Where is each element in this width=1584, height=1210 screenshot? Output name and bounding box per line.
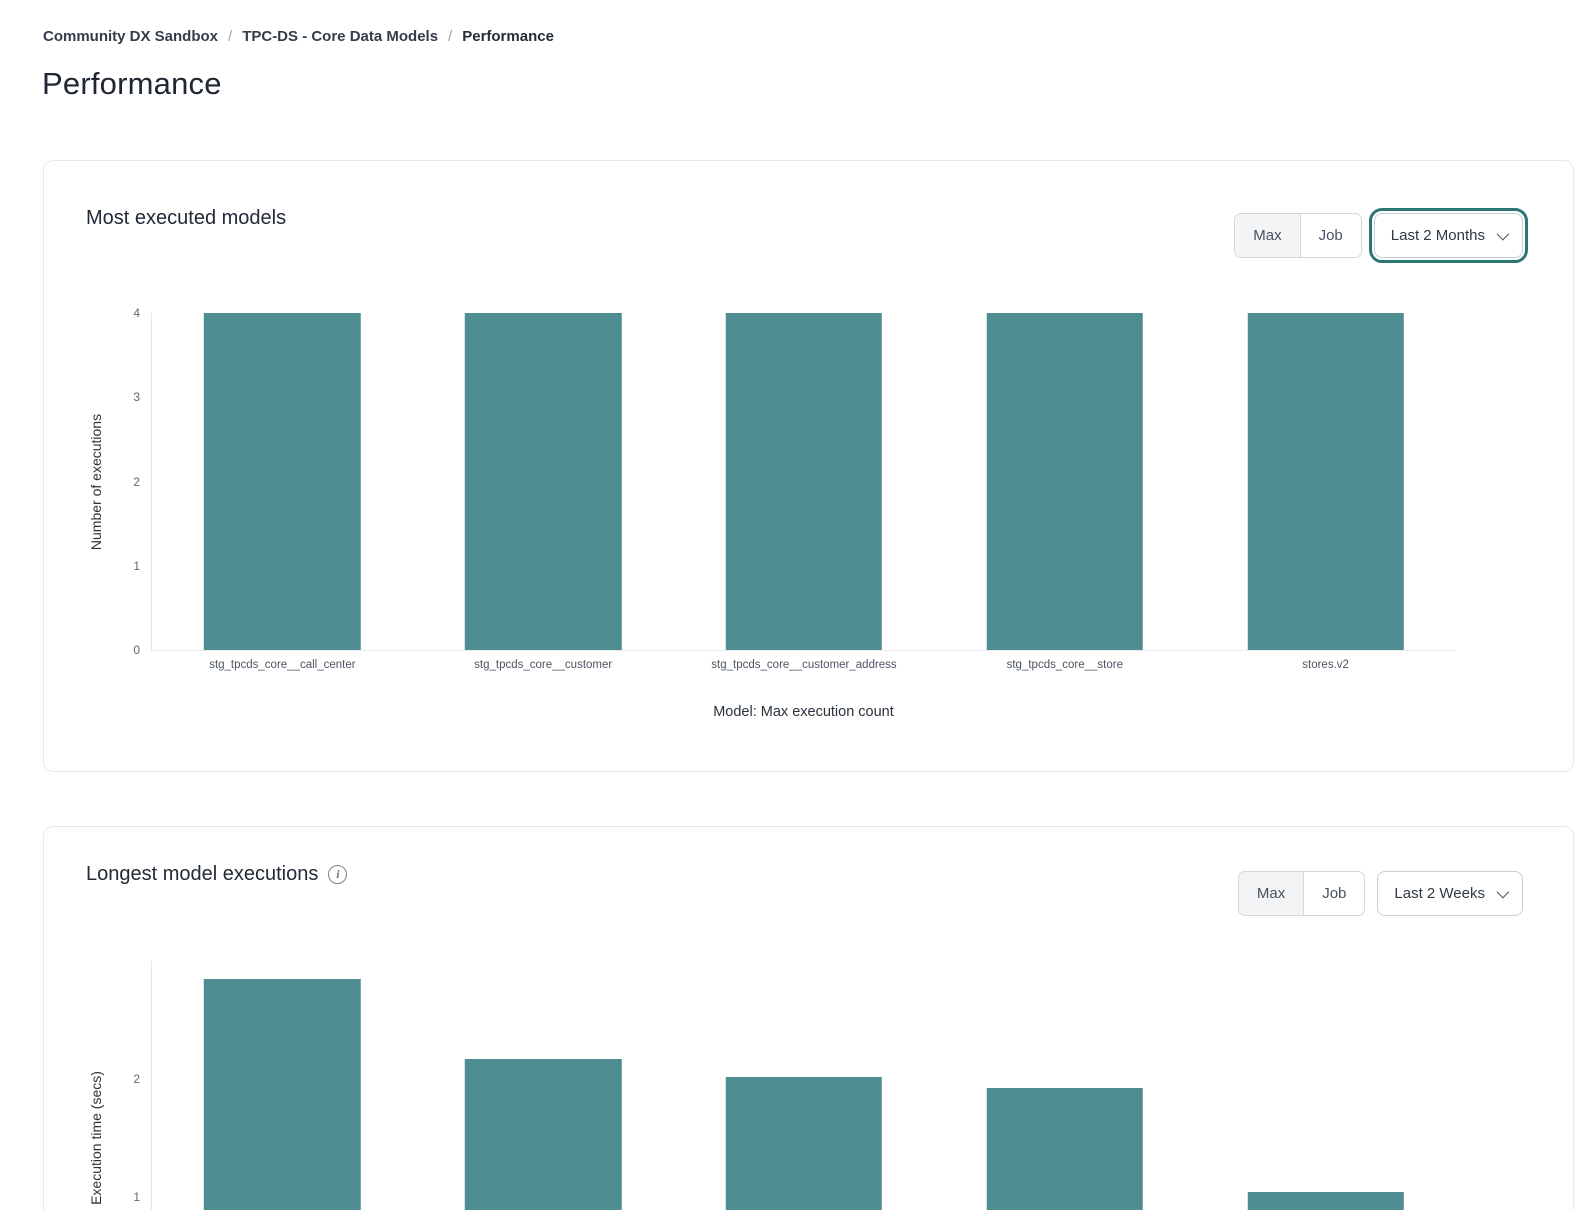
bar-item-1[interactable] <box>204 979 360 1210</box>
x-axis-category-label: stg_tpcds_core__store <box>1007 659 1123 671</box>
time-range-value: Last 2 Months <box>1391 227 1485 244</box>
x-axis-title: Model: Max execution count <box>151 704 1456 720</box>
longest-model-executions-card: Longest model executions i Max Job Last … <box>43 826 1574 1210</box>
bar-stg_tpcds_core__call_center[interactable] <box>204 313 360 650</box>
x-axis-category-label: stores.v2 <box>1302 659 1349 671</box>
breadcrumb: Community DX Sandbox / TPC-DS - Core Dat… <box>43 28 554 45</box>
chart-title-text: Most executed models <box>86 207 286 230</box>
bar-stores.v2[interactable] <box>1247 313 1403 650</box>
max-job-toggle: Max Job <box>1238 871 1366 916</box>
bar-item-4[interactable] <box>987 1088 1143 1210</box>
bar-stg_tpcds_core__store[interactable] <box>987 313 1143 650</box>
chevron-down-icon <box>1497 886 1510 899</box>
most-executed-models-card: Most executed models Max Job Last 2 Mont… <box>43 160 1574 772</box>
y-tick-label: 2 <box>110 1072 140 1086</box>
y-tick-label: 2 <box>110 475 140 489</box>
y-tick-label: 1 <box>110 1190 140 1204</box>
page-title: Performance <box>42 66 222 102</box>
y-tick-label: 4 <box>110 306 140 320</box>
bar-item-2[interactable] <box>465 1059 621 1210</box>
time-range-dropdown[interactable]: Last 2 Months <box>1374 213 1523 258</box>
breadcrumb-item-project[interactable]: Community DX Sandbox <box>43 28 218 45</box>
chart-title-most-executed: Most executed models <box>86 207 286 230</box>
bar-tooltip: 4 executions <box>1010 249 1119 285</box>
chart-controls: Max Job Last 2 Months <box>1234 213 1523 258</box>
y-tick-label: 0 <box>110 643 140 657</box>
time-range-dropdown[interactable]: Last 2 Weeks <box>1377 871 1523 916</box>
job-toggle-button[interactable]: Job <box>1301 214 1361 257</box>
y-tick-label: 3 <box>110 390 140 404</box>
x-axis-category-label: stg_tpcds_core__customer <box>474 659 612 671</box>
breadcrumb-separator: / <box>228 28 232 45</box>
bar-stg_tpcds_core__customer_address[interactable] <box>726 313 882 650</box>
bar-stg_tpcds_core__customer[interactable] <box>465 313 621 650</box>
longest-model-executions-chart: 12 <box>151 961 1456 1210</box>
bar-item-3[interactable] <box>726 1077 882 1210</box>
most-executed-models-chart: 01234stg_tpcds_core__call_centerstg_tpcd… <box>151 313 1456 651</box>
breadcrumb-item-environment[interactable]: TPC-DS - Core Data Models <box>242 28 438 45</box>
bar-item-5[interactable] <box>1247 1192 1403 1210</box>
max-job-toggle: Max Job <box>1234 213 1362 258</box>
time-range-value: Last 2 Weeks <box>1394 885 1485 902</box>
max-toggle-button[interactable]: Max <box>1235 214 1300 257</box>
chevron-down-icon <box>1497 228 1510 241</box>
breadcrumb-item-current: Performance <box>462 28 554 45</box>
y-tick-label: 1 <box>110 559 140 573</box>
chart-title-longest-executions: Longest model executions i <box>86 863 347 886</box>
breadcrumb-separator: / <box>448 28 452 45</box>
info-icon[interactable]: i <box>328 865 347 884</box>
performance-page: Community DX Sandbox / TPC-DS - Core Dat… <box>0 0 1584 1210</box>
chart-controls: Max Job Last 2 Weeks <box>1238 871 1523 916</box>
x-axis-category-label: stg_tpcds_core__customer_address <box>711 659 896 671</box>
job-toggle-button[interactable]: Job <box>1304 872 1364 915</box>
chart-title-text: Longest model executions <box>86 863 318 886</box>
max-toggle-button[interactable]: Max <box>1239 872 1304 915</box>
y-axis-label: Number of executions <box>88 414 104 550</box>
x-axis-category-label: stg_tpcds_core__call_center <box>209 659 355 671</box>
y-axis-label: Execution time (secs) <box>88 1071 104 1205</box>
